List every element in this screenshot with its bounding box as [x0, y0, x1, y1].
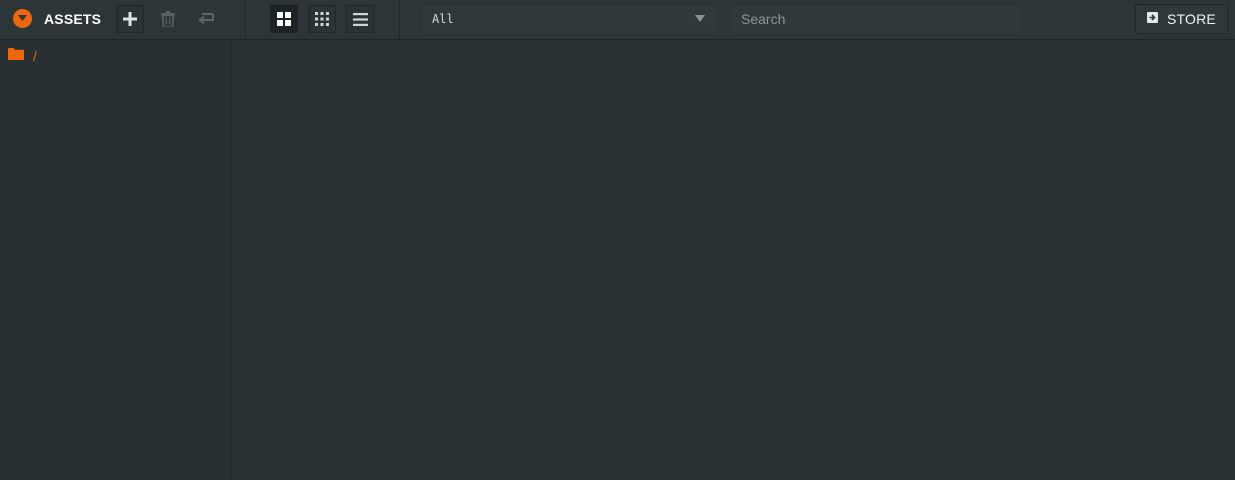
grid-large-icon [277, 12, 291, 26]
store-icon [1147, 10, 1158, 28]
back-folder-button[interactable] [192, 5, 220, 33]
view-large-grid-button[interactable] [270, 5, 298, 33]
delete-asset-button[interactable] [154, 5, 182, 33]
assets-toolbar: ASSETS All Search STORE [0, 0, 1235, 40]
tree-item-root[interactable]: / [8, 48, 37, 64]
panel-title: ASSETS [44, 11, 102, 27]
folder-tree: / [0, 40, 231, 480]
plus-icon [123, 12, 137, 26]
add-asset-button[interactable] [116, 5, 144, 33]
search-input[interactable] [732, 5, 1021, 33]
folder-icon [8, 47, 24, 65]
assets-panel: ASSETS All Search STORE / [0, 0, 1235, 480]
chevron-down-icon [695, 15, 705, 22]
chevron-down-icon[interactable] [13, 9, 32, 28]
list-icon [352, 12, 368, 26]
toolbar-divider [399, 0, 400, 40]
toolbar-divider [245, 0, 246, 40]
return-icon [198, 12, 214, 26]
grid-small-icon [315, 12, 329, 26]
store-button[interactable]: STORE [1135, 4, 1228, 34]
filter-selected-value: All [432, 12, 454, 26]
asset-type-filter[interactable]: All [423, 5, 716, 33]
view-small-grid-button[interactable] [308, 5, 336, 33]
view-list-button[interactable] [346, 5, 374, 33]
store-label: STORE [1167, 11, 1216, 27]
assets-grid[interactable] [232, 40, 1235, 480]
tree-item-label: / [33, 48, 37, 64]
trash-icon [161, 11, 175, 27]
